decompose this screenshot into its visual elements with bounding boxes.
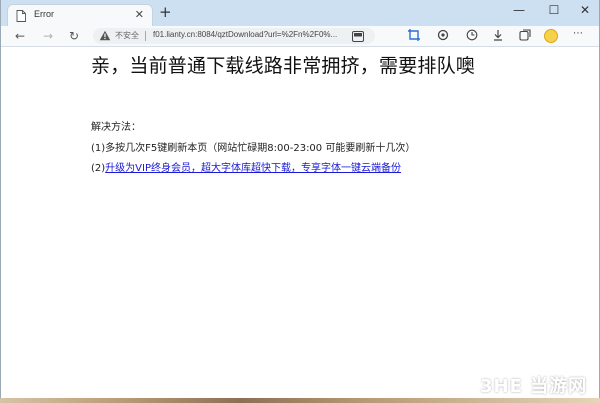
reading-mode-icon[interactable] [352,31,364,42]
extensions-icon[interactable] [435,29,451,46]
maximize-button[interactable]: ☐ [539,3,569,17]
browser-toolbar: ← → ↻ 不安全 f01.lianty.cn:8084/qztDownload… [1,26,599,47]
forward-button[interactable]: → [43,28,53,44]
screenshot-icon[interactable] [406,29,422,46]
refresh-button[interactable]: ↻ [69,28,79,44]
tab-bar: Error ✕ + — ☐ ✕ [1,0,599,26]
new-tab-button[interactable]: + [159,3,172,21]
page-headline: 亲，当前普通下载线路非常拥挤，需要排队噢 [91,55,476,77]
history-icon[interactable] [464,29,480,46]
security-label: 不安全 [115,31,139,40]
solution-step-1: (1)多按几次F5键刷新本页（网站忙碌期8:00-23:00 可能要刷新十几次） [91,143,416,154]
address-separator [145,31,146,41]
settings-menu-icon[interactable]: ⋯ [573,28,583,39]
watermark: 3HE 当游网 [480,376,588,397]
browser-window: Error ✕ + — ☐ ✕ ← → ↻ 不安全 f01.lianty.cn:… [0,0,600,398]
collections-icon[interactable] [517,29,533,46]
close-window-button[interactable]: ✕ [570,3,600,17]
address-bar[interactable]: 不安全 f01.lianty.cn:8084/qztDownload?url=%… [93,28,375,44]
minimize-button[interactable]: — [504,3,534,17]
downloads-icon[interactable] [490,29,506,46]
tab-title: Error [34,9,54,19]
url-text[interactable]: f01.lianty.cn:8084/qztDownload?url=%2Fn%… [153,30,337,39]
tab-error[interactable]: Error ✕ [7,4,153,26]
step-2-prefix: (2) [91,163,106,174]
page-icon [16,10,26,22]
tab-close-icon[interactable]: ✕ [135,8,144,21]
page-content [1,47,599,398]
solution-title: 解决方法： [91,122,141,133]
solution-step-2: (2)升级为VIP终身会员，超大字体库超快下载，专享字体一键云端备份 [91,159,401,174]
back-button[interactable]: ← [15,28,25,44]
warning-icon [99,30,111,41]
vip-upgrade-link[interactable]: 升级为VIP终身会员，超大字体库超快下载，专享字体一键云端备份 [105,163,401,174]
profile-avatar[interactable] [544,29,558,43]
